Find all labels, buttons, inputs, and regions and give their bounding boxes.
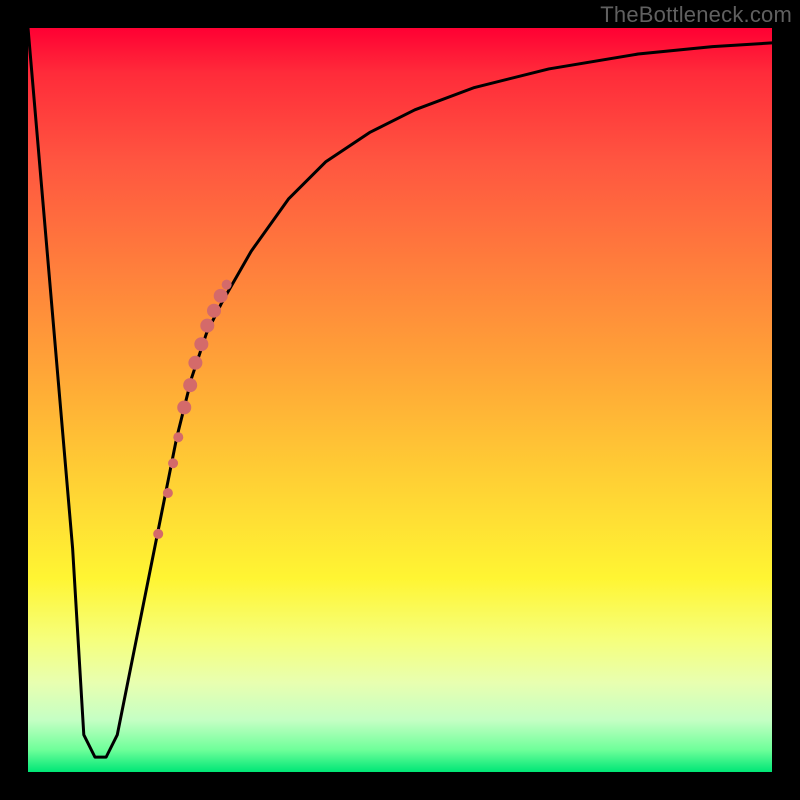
plot-area — [28, 28, 772, 772]
data-marker — [163, 488, 173, 498]
bottleneck-curve — [28, 28, 772, 757]
data-marker — [168, 458, 178, 468]
watermark-text: TheBottleneck.com — [600, 2, 792, 28]
data-marker — [183, 378, 197, 392]
data-marker — [153, 529, 163, 539]
data-marker — [188, 356, 202, 370]
data-marker — [207, 304, 221, 318]
data-marker — [200, 319, 214, 333]
data-marker — [214, 289, 228, 303]
data-marker — [173, 432, 183, 442]
chart-frame: TheBottleneck.com — [0, 0, 800, 800]
data-marker — [177, 400, 191, 414]
chart-svg — [28, 28, 772, 772]
data-marker — [222, 280, 232, 290]
data-marker — [194, 337, 208, 351]
